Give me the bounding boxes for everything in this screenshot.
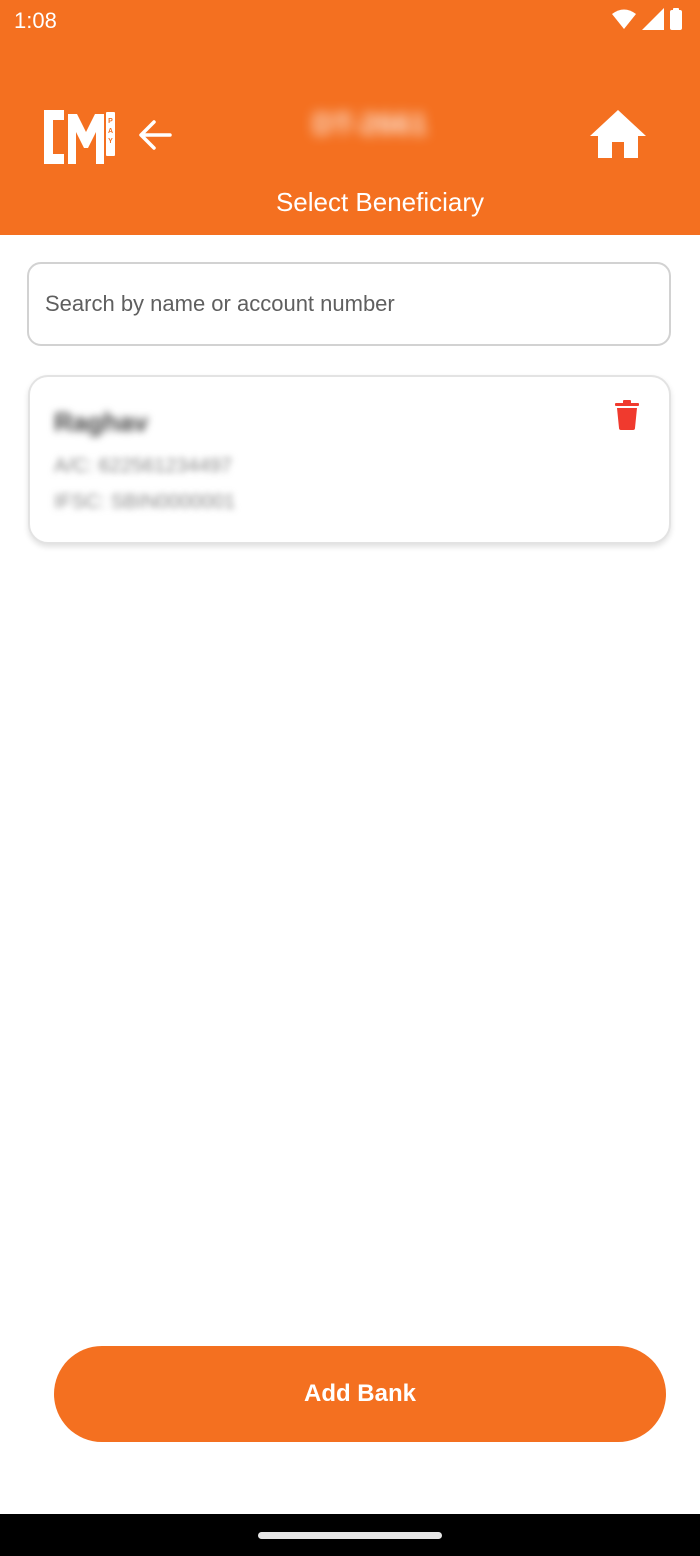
back-button[interactable] — [130, 112, 180, 162]
battery-icon — [670, 7, 682, 35]
svg-text:P: P — [108, 118, 113, 125]
app-header: 1:08 P A Y DT-2661 Select Beneficiary — [0, 0, 700, 235]
status-time: 1:08 — [14, 8, 57, 33]
system-nav-bar — [0, 1514, 700, 1556]
wifi-icon — [612, 9, 636, 34]
add-bank-button[interactable]: Add Bank — [54, 1346, 666, 1442]
beneficiary-card[interactable]: Raghav A/C: 622561234497 IFSC: SBIN00000… — [28, 375, 671, 544]
svg-text:A: A — [108, 128, 113, 135]
home-icon — [588, 108, 648, 165]
merchant-id: DT-2661 — [312, 108, 428, 141]
delete-beneficiary-button[interactable] — [610, 399, 644, 435]
svg-text:Y: Y — [108, 138, 113, 145]
page-title: Select Beneficiary — [275, 187, 485, 217]
arrow-left-icon — [136, 116, 174, 159]
trash-icon — [615, 399, 639, 435]
cm-pay-logo: P A Y — [40, 106, 118, 168]
status-icons — [612, 7, 682, 35]
signal-icon — [642, 7, 664, 35]
beneficiary-name: Raghav — [54, 407, 148, 437]
search-input[interactable] — [27, 262, 671, 346]
beneficiary-ifsc: IFSC: SBIN0000001 — [54, 491, 236, 513]
beneficiary-account: A/C: 622561234497 — [54, 455, 232, 477]
home-button[interactable] — [586, 106, 650, 166]
home-indicator[interactable] — [258, 1532, 442, 1539]
